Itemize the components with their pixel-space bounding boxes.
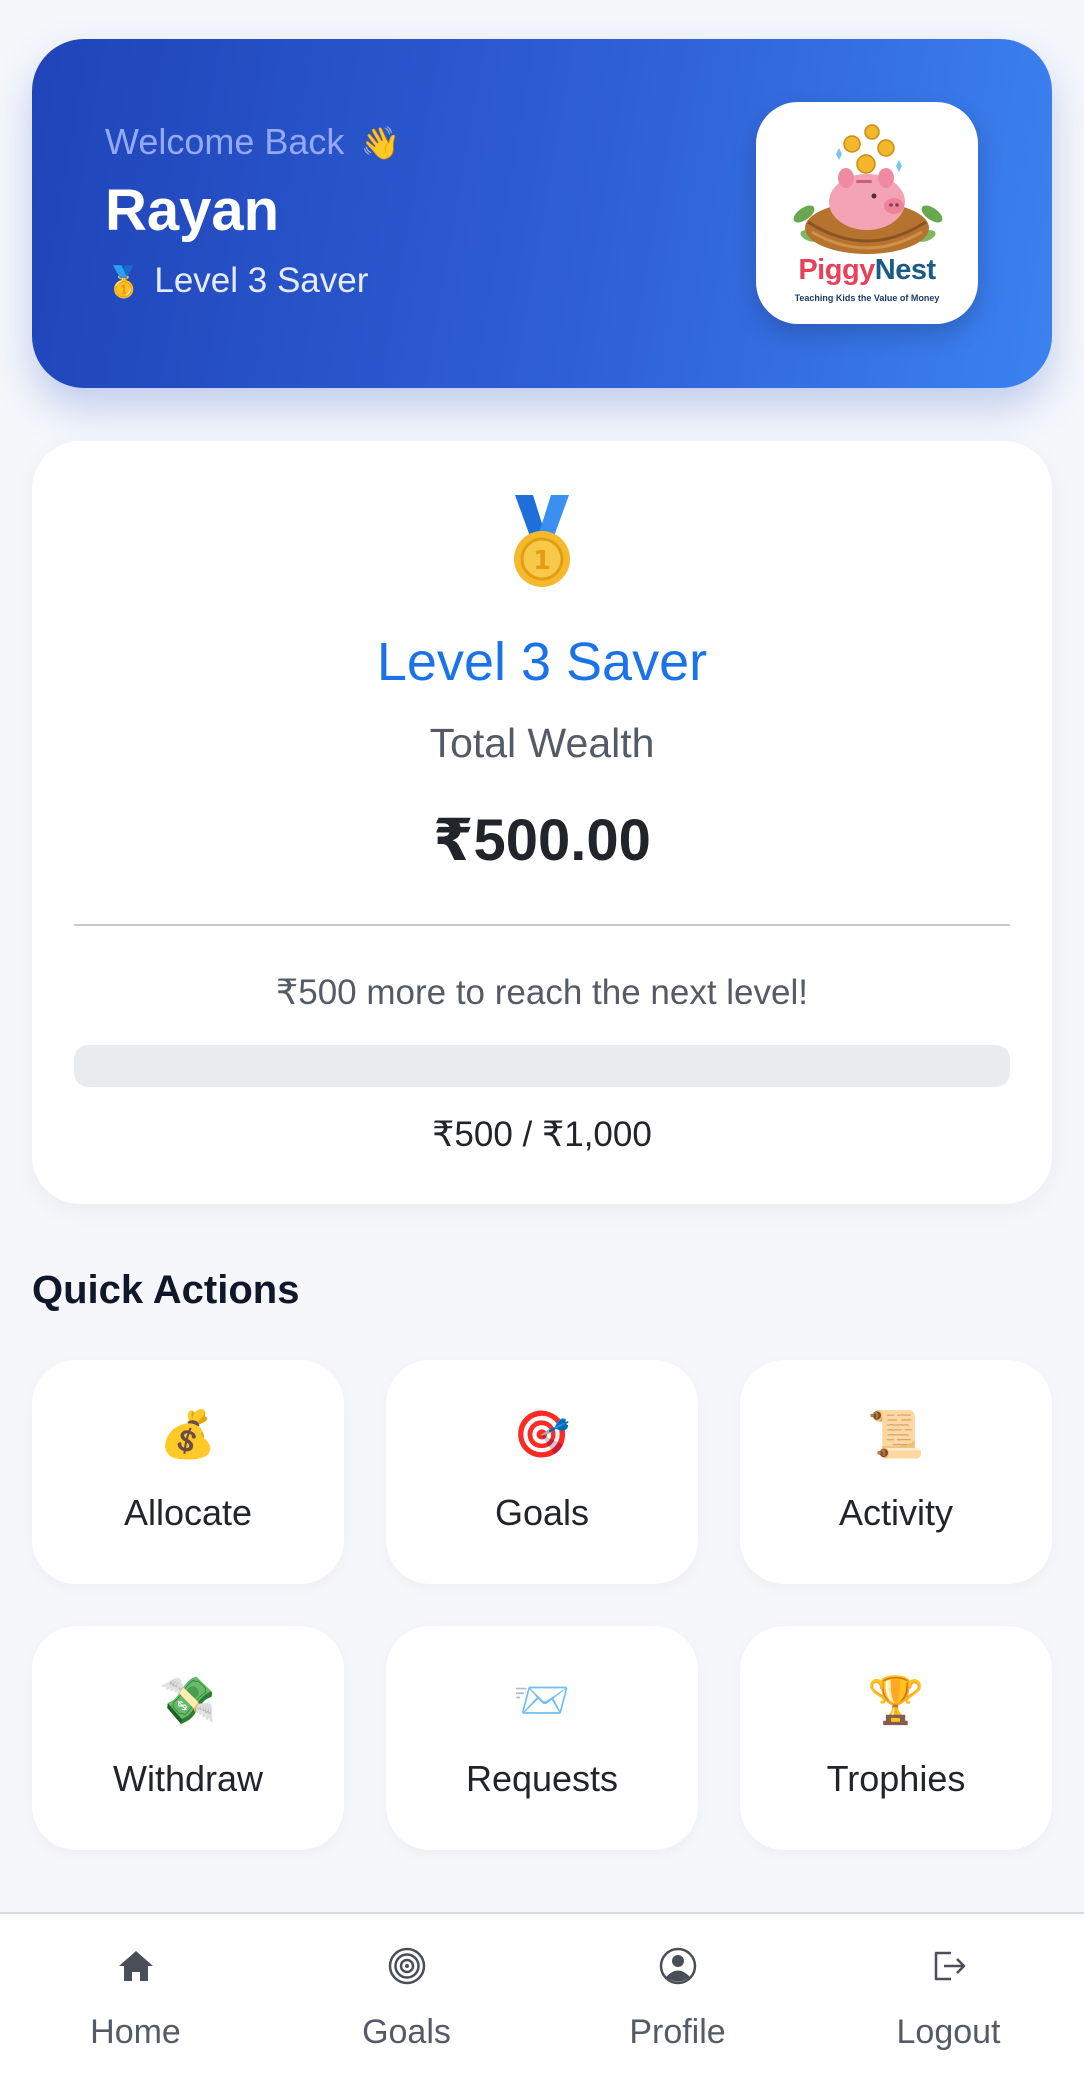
nav-label-logout: Logout bbox=[896, 2013, 1001, 2051]
total-wealth-amount: ₹500.00 bbox=[433, 808, 651, 873]
nav-item-goals[interactable]: Goals bbox=[271, 1914, 542, 2075]
logo-brand-part2: Nest bbox=[874, 254, 936, 286]
welcome-label: Welcome Back bbox=[105, 121, 345, 162]
level-progress-text: ₹500 / ₹1,000 bbox=[432, 1115, 652, 1154]
scroll-icon: 📜 bbox=[867, 1408, 925, 1460]
logo-tagline: Teaching Kids the Value of Money bbox=[794, 293, 940, 303]
svg-text:1: 1 bbox=[533, 546, 551, 576]
user-level: 🥇 Level 3 Saver bbox=[105, 261, 368, 301]
level-title: Level 3 Saver bbox=[376, 632, 708, 692]
waving-hand-icon: 👋 bbox=[360, 125, 401, 161]
piggy-nest-logo-icon bbox=[793, 124, 943, 254]
user-level-label: Level 3 Saver bbox=[154, 261, 369, 300]
quick-actions-title: Quick Actions bbox=[32, 1268, 300, 1312]
allocate-label: Allocate bbox=[123, 1492, 253, 1533]
nav-label-profile: Profile bbox=[629, 2013, 726, 2051]
app-logo: PiggyNest Teaching Kids the Value of Mon… bbox=[756, 102, 978, 324]
trophies-label: Trophies bbox=[826, 1758, 966, 1799]
trophies-button[interactable]: 🏆 Trophies bbox=[740, 1626, 1052, 1850]
nav-item-profile[interactable]: Profile bbox=[542, 1914, 813, 2075]
medal-icon: 1 bbox=[32, 495, 1052, 596]
home-screen: Welcome Back 👋 Rayan 🥇 Level 3 Saver Pig… bbox=[0, 0, 1084, 2075]
medal-icon: 🥇 bbox=[105, 266, 143, 299]
welcome-text: Welcome Back 👋 bbox=[105, 121, 400, 163]
allocate-button[interactable]: 💰 Allocate bbox=[32, 1360, 344, 1584]
user-circle-icon bbox=[542, 1946, 813, 1991]
logo-brand-part1: Piggy bbox=[798, 254, 875, 286]
nav-item-home[interactable]: Home bbox=[0, 1914, 271, 2075]
withdraw-button[interactable]: 💸 Withdraw bbox=[32, 1626, 344, 1850]
nav-label-goals: Goals bbox=[362, 2013, 451, 2051]
total-wealth-label: Total Wealth bbox=[429, 720, 655, 766]
activity-button[interactable]: 📜 Activity bbox=[740, 1360, 1052, 1584]
next-level-message: ₹500 more to reach the next level! bbox=[275, 973, 808, 1012]
target-icon: 🎯 bbox=[513, 1408, 571, 1460]
user-name: Rayan bbox=[105, 178, 280, 243]
envelope-icon: 📨 bbox=[513, 1674, 571, 1726]
trophy-icon: 🏆 bbox=[867, 1674, 925, 1726]
requests-label: Requests bbox=[465, 1758, 619, 1799]
wealth-card: 1 Level 3 Saver Total Wealth ₹500.00 ₹50… bbox=[32, 441, 1052, 1204]
home-icon bbox=[0, 1946, 271, 1991]
logo-brand-name: PiggyNest bbox=[756, 254, 978, 287]
nav-label-home: Home bbox=[90, 2013, 181, 2051]
logout-icon bbox=[813, 1946, 1084, 1991]
bottom-nav: Home Goals Profile Logout bbox=[0, 1912, 1084, 2075]
money-wings-icon: 💸 bbox=[159, 1674, 217, 1726]
welcome-header: Welcome Back 👋 Rayan 🥇 Level 3 Saver Pig… bbox=[32, 39, 1052, 388]
divider bbox=[74, 924, 1010, 926]
target-icon bbox=[271, 1946, 542, 1991]
money-bag-icon: 💰 bbox=[159, 1408, 217, 1460]
withdraw-label: Withdraw bbox=[112, 1758, 264, 1799]
goals-label: Goals bbox=[494, 1492, 590, 1533]
goals-button[interactable]: 🎯 Goals bbox=[386, 1360, 698, 1584]
level-progress-bar bbox=[74, 1045, 1010, 1087]
activity-label: Activity bbox=[838, 1492, 953, 1533]
requests-button[interactable]: 📨 Requests bbox=[386, 1626, 698, 1850]
nav-item-logout[interactable]: Logout bbox=[813, 1914, 1084, 2075]
